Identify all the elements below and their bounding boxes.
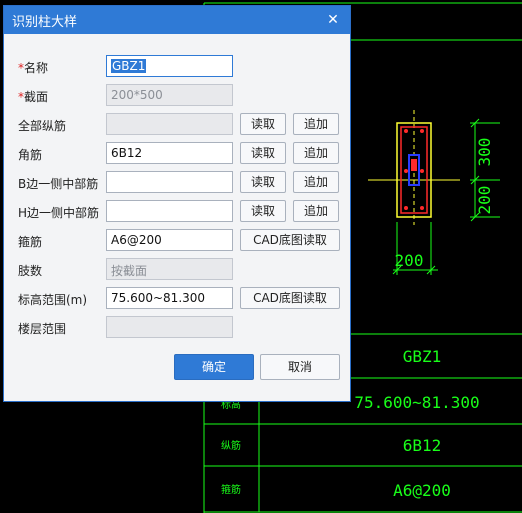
field-row-b-side-mid-bar: B边一侧中部筋 读取 追加 [4, 171, 350, 195]
field-row-elevation-range: 标高范围(m) 75.600~81.300 CAD底图读取 [4, 287, 350, 311]
corner-bar-input[interactable]: 6B12 [106, 142, 233, 164]
field-row-section: *截面 200*500 [4, 84, 350, 108]
table-label-long-bar: 纵筋 [221, 439, 241, 452]
read-button-b-side[interactable]: 读取 [240, 171, 286, 193]
all-long-bar-input [106, 113, 233, 135]
read-button-h-side[interactable]: 读取 [240, 200, 286, 222]
horizontal-dimension: 200 [392, 222, 438, 275]
field-label-all-long-bar: 全部纵筋 [18, 119, 67, 133]
dialog-titlebar: 识别柱大样 ✕ [4, 6, 350, 34]
cancel-button[interactable]: 取消 [260, 354, 340, 380]
append-button-b-side[interactable]: 追加 [293, 171, 339, 193]
ok-button[interactable]: 确定 [174, 354, 254, 380]
cad-read-button-elevation[interactable]: CAD底图读取 [240, 287, 340, 309]
recognize-column-dialog: 识别柱大样 ✕ *名称 GBZ1 *截面 200*500 全部纵筋 读取 追加 … [3, 5, 351, 402]
field-row-name: *名称 GBZ1 [4, 55, 350, 79]
dim-label-300: 300 [475, 138, 494, 167]
field-row-stirrup: 箍筋 A6@200 CAD底图读取 [4, 229, 350, 253]
field-label-h-side-mid-bar: H边一侧中部筋 [18, 206, 100, 220]
section-input: 200*500 [106, 84, 233, 106]
field-label-b-side-mid-bar: B边一侧中部筋 [18, 177, 99, 191]
elevation-range-input[interactable]: 75.600~81.300 [106, 287, 233, 309]
column-section-detail [368, 110, 460, 225]
field-label-limbs: 肢数 [18, 264, 43, 278]
field-label-corner-bar: 角筋 [18, 148, 43, 162]
append-button-corner-bar[interactable]: 追加 [293, 142, 339, 164]
field-label-section: *截面 [18, 90, 49, 104]
vertical-dimensions: 300 200 [470, 118, 500, 222]
field-label-name: *名称 [18, 61, 49, 75]
field-label-stirrup: 箍筋 [18, 235, 43, 249]
name-input-value: GBZ1 [111, 59, 147, 73]
limbs-input: 按截面 [106, 258, 233, 280]
b-side-mid-bar-input[interactable] [106, 171, 233, 193]
field-label-elevation-range: 标高范围(m) [18, 293, 88, 307]
stirrup-input[interactable]: A6@200 [106, 229, 233, 251]
append-button-h-side[interactable]: 追加 [293, 200, 339, 222]
table-value-elevation: 75.600~81.300 [354, 393, 479, 412]
dim-label-200-horizontal: 200 [395, 251, 424, 270]
field-row-corner-bar: 角筋 6B12 读取 追加 [4, 142, 350, 166]
field-row-floor-range: 楼层范围 [4, 316, 350, 340]
table-value-long-bar: 6B12 [403, 436, 442, 455]
field-row-h-side-mid-bar: H边一侧中部筋 读取 追加 [4, 200, 350, 224]
table-value-stirrup: A6@200 [393, 481, 451, 500]
close-icon[interactable]: ✕ [324, 12, 342, 28]
field-label-floor-range: 楼层范围 [18, 322, 67, 336]
append-button-all-long-bar[interactable]: 追加 [293, 113, 339, 135]
field-row-all-long-bar: 全部纵筋 读取 追加 [4, 113, 350, 137]
table-value-name: GBZ1 [403, 347, 442, 366]
dim-label-200-vertical: 200 [475, 186, 494, 215]
selected-rebar [411, 159, 417, 171]
cad-read-button-stirrup[interactable]: CAD底图读取 [240, 229, 340, 251]
floor-range-input [106, 316, 233, 338]
name-input[interactable]: GBZ1 [106, 55, 233, 77]
h-side-mid-bar-input[interactable] [106, 200, 233, 222]
table-label-stirrup: 箍筋 [221, 483, 241, 496]
field-row-limbs: 肢数 按截面 [4, 258, 350, 282]
read-button-all-long-bar[interactable]: 读取 [240, 113, 286, 135]
read-button-corner-bar[interactable]: 读取 [240, 142, 286, 164]
dialog-title: 识别柱大样 [12, 14, 78, 30]
